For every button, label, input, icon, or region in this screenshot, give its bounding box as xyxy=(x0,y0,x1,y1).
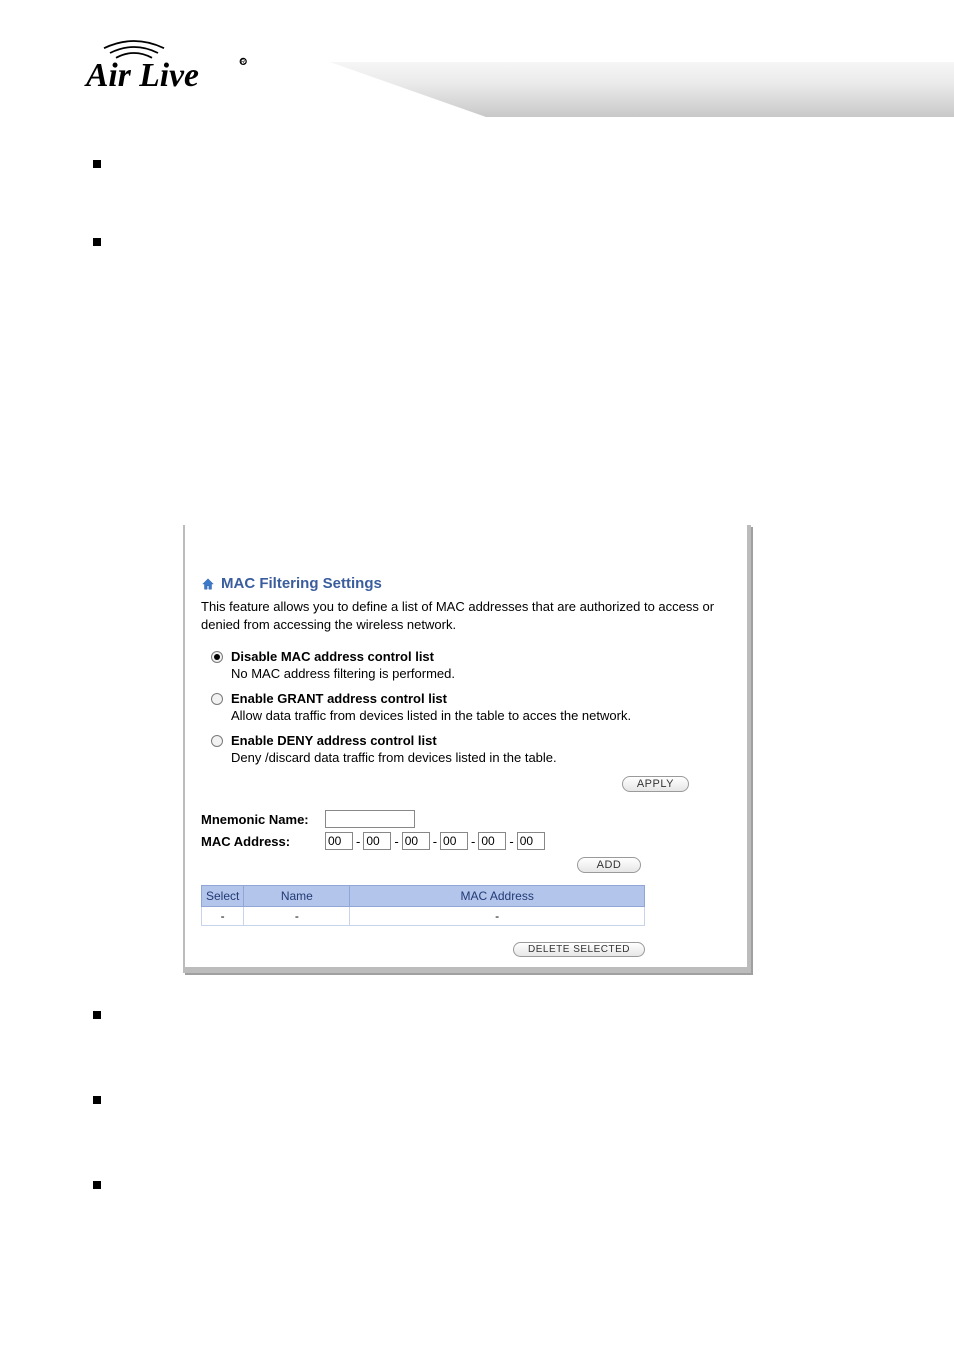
mac-octet-1[interactable] xyxy=(363,832,391,850)
th-select: Select xyxy=(202,886,244,907)
radio-disable-sub: No MAC address filtering is performed. xyxy=(231,666,731,681)
radio-grant-sub: Allow data traffic from devices listed i… xyxy=(231,708,731,723)
radio-grant-label: Enable GRANT address control list xyxy=(231,691,447,706)
apply-button[interactable]: APPLY xyxy=(622,776,689,792)
mnemonic-input[interactable] xyxy=(325,810,415,828)
home-icon xyxy=(201,577,215,591)
mac-octet-0[interactable] xyxy=(325,832,353,850)
lower-bullets xyxy=(93,1006,883,1261)
radio-deny[interactable] xyxy=(211,735,223,747)
mac-filter-panel: MAC Filtering Settings This feature allo… xyxy=(183,525,751,973)
bullet-icon xyxy=(93,238,101,246)
cell-name: - xyxy=(244,907,350,926)
mnemonic-label: Mnemonic Name: xyxy=(201,812,325,827)
th-mac: MAC Address xyxy=(350,886,645,907)
svg-text:R: R xyxy=(241,60,246,66)
radio-deny-sub: Deny /discard data traffic from devices … xyxy=(231,750,731,765)
table-row: - - - xyxy=(202,907,645,926)
svg-text:Air Live: Air Live xyxy=(84,57,199,94)
cell-select: - xyxy=(202,907,244,926)
mac-table: Select Name MAC Address - - - xyxy=(201,885,645,926)
airlive-logo: Air Live R xyxy=(75,35,265,98)
mac-octet-4[interactable] xyxy=(478,832,506,850)
th-name: Name xyxy=(244,886,350,907)
bullet-icon xyxy=(93,1181,101,1189)
bullet-icon xyxy=(93,160,101,168)
cell-mac: - xyxy=(350,907,645,926)
delete-selected-button[interactable]: DELETE SELECTED xyxy=(513,942,645,957)
radio-deny-label: Enable DENY address control list xyxy=(231,733,437,748)
radio-grant[interactable] xyxy=(211,693,223,705)
add-button[interactable]: ADD xyxy=(577,857,641,873)
mac-octet-2[interactable] xyxy=(402,832,430,850)
mac-octet-5[interactable] xyxy=(517,832,545,850)
panel-title: MAC Filtering Settings xyxy=(221,575,382,592)
bullet-icon xyxy=(93,1096,101,1104)
radio-disable[interactable] xyxy=(211,651,223,663)
radio-disable-label: Disable MAC address control list xyxy=(231,649,434,664)
bullet-icon xyxy=(93,1011,101,1019)
upper-bullets xyxy=(93,155,883,311)
panel-description: This feature allows you to define a list… xyxy=(201,598,731,633)
mac-address-label: MAC Address: xyxy=(201,834,325,849)
header-gradient xyxy=(330,62,954,117)
mac-octet-3[interactable] xyxy=(440,832,468,850)
